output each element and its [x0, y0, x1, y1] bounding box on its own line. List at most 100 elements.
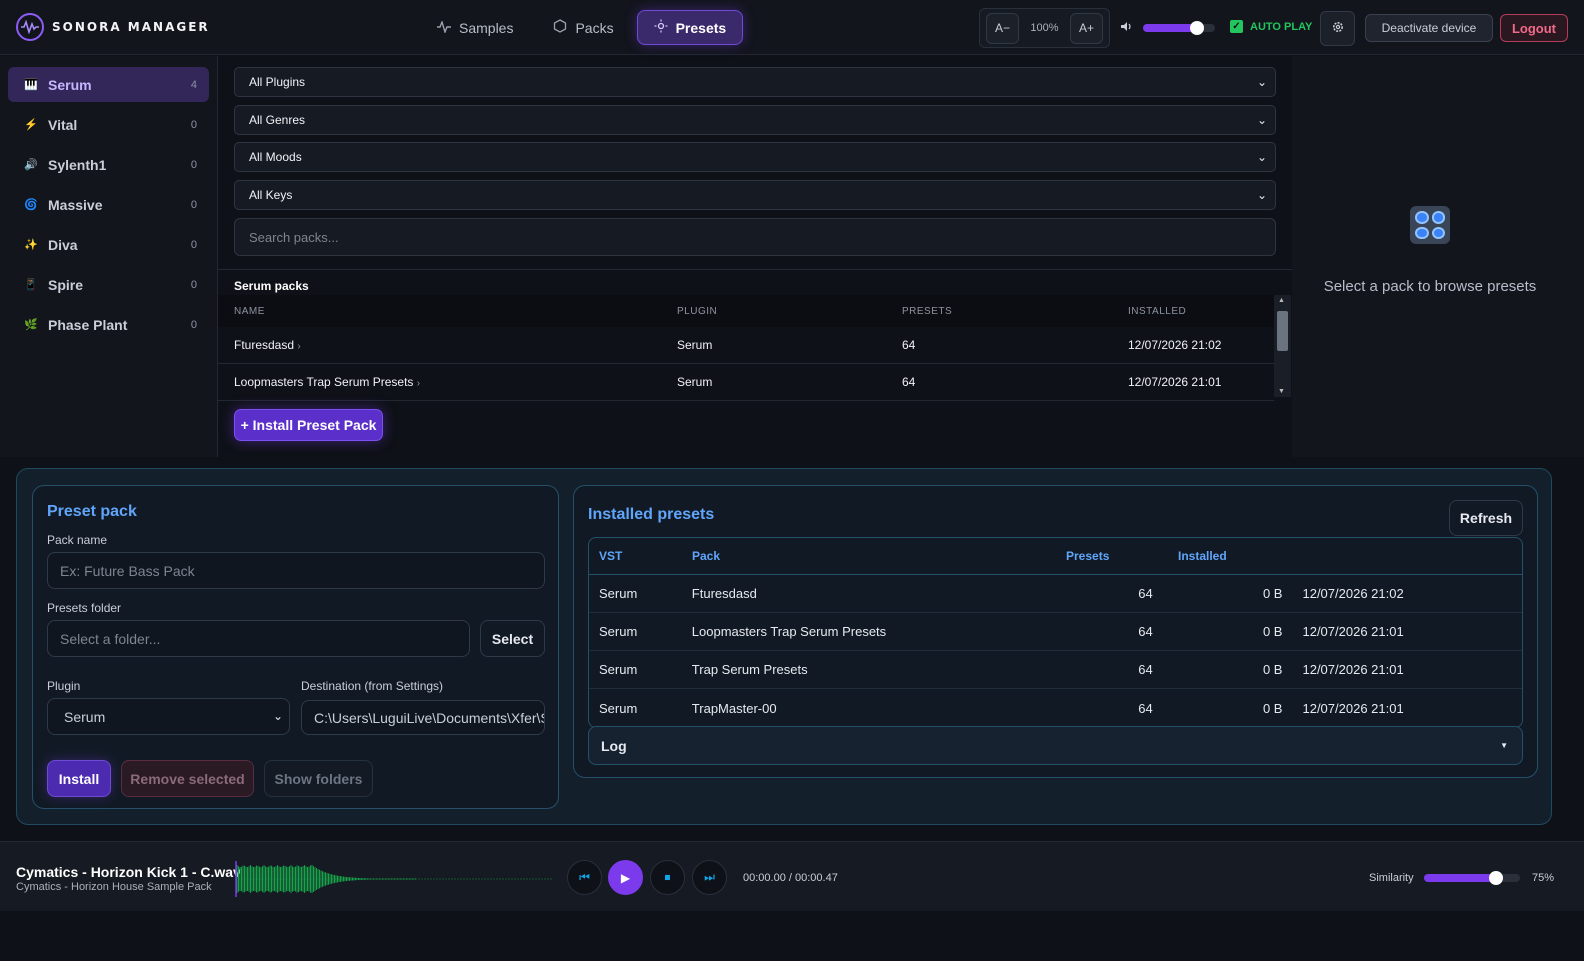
- show-folders-button[interactable]: Show folders: [264, 760, 373, 797]
- sidebar-item-massive[interactable]: 🌀 Massive 0: [8, 187, 209, 222]
- play-button[interactable]: ▶: [608, 860, 643, 895]
- sun-icon: [654, 19, 668, 36]
- packs-section-title: Serum packs: [234, 279, 309, 293]
- sidebar-item-sylenth1[interactable]: 🔊 Sylenth1 0: [8, 147, 209, 182]
- chevron-down-icon: ⌄: [1256, 75, 1267, 89]
- scroll-down-icon[interactable]: ▼: [1278, 388, 1285, 395]
- volume-slider-knob[interactable]: [1190, 20, 1204, 35]
- playback-time: 00:00.00 / 00:00.47: [743, 872, 838, 884]
- pack-name-input[interactable]: Ex: Future Bass Pack: [47, 552, 545, 589]
- chevron-right-icon: ›: [297, 341, 301, 352]
- table-row[interactable]: Serum TrapMaster-00 64 0 B 12/07/2026 21…: [589, 689, 1522, 727]
- vst-cell: Serum: [599, 586, 638, 601]
- destination-input[interactable]: C:\Users\LuguiLive\Documents\Xfer\Serum …: [301, 700, 545, 735]
- installed-cell: 12/07/2026 21:01: [1302, 662, 1404, 677]
- plugin-select[interactable]: Serum ⌄: [47, 698, 290, 735]
- lightning-icon: ⚡: [24, 119, 38, 131]
- genre-filter-select[interactable]: All Genres ⌄: [234, 105, 1276, 135]
- sidebar-item-label: Serum: [48, 76, 92, 93]
- chevron-right-icon: ›: [416, 378, 421, 389]
- audio-player: Cymatics - Horizon Kick 1 - C.wav Cymati…: [0, 841, 1584, 911]
- tab-packs[interactable]: Packs: [536, 10, 630, 45]
- previous-button[interactable]: ⏮: [567, 860, 602, 895]
- table-row[interactable]: Serum Trap Serum Presets 64 0 B 12/07/20…: [589, 651, 1522, 689]
- scroll-up-icon[interactable]: ▲: [1278, 297, 1285, 304]
- sidebar-item-vital[interactable]: ⚡ Vital 0: [8, 107, 209, 142]
- similarity-slider-fill: [1424, 874, 1496, 882]
- app-logo[interactable]: SONORA MANAGER: [16, 13, 210, 41]
- packs-browser: All Plugins ⌄ All Genres ⌄ All Moods ⌄ A…: [218, 56, 1292, 457]
- tab-samples-label: Samples: [459, 19, 514, 36]
- select-folder-button[interactable]: Select: [480, 620, 545, 657]
- remove-selected-button[interactable]: Remove selected: [121, 760, 254, 797]
- sidebar-item-count: 0: [190, 238, 197, 251]
- next-button[interactable]: ⏭: [692, 860, 727, 895]
- zoom-in-button[interactable]: A+: [1069, 12, 1103, 44]
- packs-scrollbar[interactable]: ▲ ▼: [1274, 295, 1291, 397]
- plugin-cell: Serum: [677, 375, 713, 389]
- similarity-slider[interactable]: [1424, 871, 1520, 885]
- installed-cell: 12/07/2026 21:01: [1128, 375, 1222, 389]
- chevron-down-icon: ⌄: [1256, 113, 1267, 127]
- preset-pack-card: Preset pack Pack name Ex: Future Bass Pa…: [32, 485, 559, 809]
- install-button[interactable]: Install: [47, 760, 111, 797]
- vst-cell: Serum: [599, 624, 638, 639]
- installed-cell: 12/07/2026 21:01: [1302, 624, 1404, 639]
- table-row[interactable]: Serum Fturesdasd 64 0 B 12/07/2026 21:02: [589, 575, 1522, 613]
- preset-detail-panel: Select a pack to browse presets: [1292, 56, 1584, 457]
- size-cell: 0 B: [1262, 700, 1283, 716]
- card-title: Preset pack: [47, 503, 137, 520]
- size-cell: 0 B: [1262, 662, 1283, 677]
- similarity-slider-knob[interactable]: [1489, 871, 1503, 885]
- chevron-down-icon: ⌄: [1256, 188, 1267, 202]
- refresh-button[interactable]: Refresh: [1449, 500, 1523, 536]
- waveform-display[interactable]: [235, 859, 553, 899]
- logout-button[interactable]: Logout: [1500, 14, 1568, 42]
- key-filter-value: All Keys: [249, 188, 293, 202]
- tab-packs-label: Packs: [575, 19, 614, 36]
- table-row[interactable]: Serum Loopmasters Trap Serum Presets 64 …: [589, 613, 1522, 651]
- table-row[interactable]: Loopmasters Trap Serum Presets › Serum 6…: [218, 364, 1274, 401]
- sidebar-item-spire[interactable]: 📱 Spire 0: [8, 267, 209, 302]
- sidebar-item-serum[interactable]: 🎹 Serum 4: [8, 67, 209, 102]
- tab-presets[interactable]: Presets: [636, 10, 744, 45]
- sidebar-item-diva[interactable]: ✨ Diva 0: [8, 227, 209, 262]
- tab-samples[interactable]: Samples: [420, 10, 530, 45]
- search-packs-input[interactable]: Search packs...: [234, 218, 1276, 256]
- autoplay-toggle[interactable]: ✓ AUTO PLAY: [1230, 20, 1312, 33]
- destination-label: Destination (from Settings): [301, 679, 444, 693]
- column-header[interactable]: PRESETS: [902, 306, 1128, 317]
- sidebar-item-phase-plant[interactable]: 🌿 Phase Plant 0: [8, 307, 209, 342]
- piano-icon: 🎹: [24, 79, 38, 91]
- column-header[interactable]: VST: [589, 549, 692, 563]
- volume-slider[interactable]: [1143, 20, 1215, 35]
- key-filter-select[interactable]: All Keys ⌄: [234, 180, 1276, 210]
- scrollbar-thumb[interactable]: [1277, 311, 1288, 351]
- column-header[interactable]: PLUGIN: [677, 306, 902, 317]
- zoom-out-button[interactable]: A−: [986, 12, 1019, 44]
- column-header[interactable]: NAME: [218, 306, 677, 317]
- font-zoom-group: A− 100% A+: [979, 8, 1110, 48]
- sidebar-item-count: 0: [190, 158, 197, 171]
- column-header[interactable]: Pack: [692, 549, 1066, 563]
- gear-icon: [1331, 20, 1345, 37]
- presets-folder-input[interactable]: Select a folder...: [47, 620, 470, 657]
- mood-filter-value: All Moods: [249, 150, 302, 164]
- mood-filter-select[interactable]: All Moods ⌄: [234, 142, 1276, 172]
- column-header[interactable]: INSTALLED: [1128, 306, 1274, 317]
- plugin-filter-select[interactable]: All Plugins ⌄: [234, 67, 1276, 97]
- installed-presets-table: VST Pack Presets Installed Serum Fturesd…: [588, 537, 1523, 728]
- table-row[interactable]: Fturesdasd › Serum 64 12/07/2026 21:02: [218, 327, 1274, 364]
- settings-button[interactable]: [1320, 11, 1355, 46]
- column-header[interactable]: Installed: [1178, 549, 1294, 563]
- autoplay-checkbox[interactable]: ✓: [1230, 20, 1243, 33]
- deactivate-device-button[interactable]: Deactivate device: [1365, 14, 1493, 42]
- genre-filter-value: All Genres: [249, 113, 306, 127]
- divider: [218, 269, 1292, 270]
- install-preset-pack-button[interactable]: + Install Preset Pack: [234, 409, 383, 441]
- sidebar-item-count: 0: [190, 318, 197, 331]
- log-disclosure[interactable]: Log ▼: [588, 726, 1523, 765]
- column-header[interactable]: Presets: [1066, 549, 1178, 563]
- stop-button[interactable]: ⏹: [650, 860, 685, 895]
- sidebar-item-count: 0: [190, 118, 197, 131]
